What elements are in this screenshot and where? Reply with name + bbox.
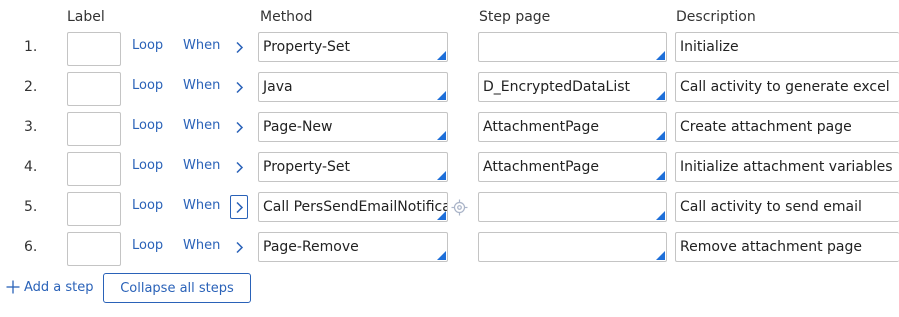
collapse-all-steps-button[interactable]: Collapse all steps (103, 273, 251, 303)
loop-link[interactable]: Loop (132, 78, 163, 93)
autocomplete-corner-icon (437, 171, 446, 180)
chevron-right-icon[interactable] (230, 195, 248, 219)
autocomplete-corner-icon (437, 131, 446, 140)
method-field[interactable]: Page-New (258, 112, 448, 142)
step-label-input[interactable] (67, 232, 121, 266)
step-label-input[interactable] (67, 32, 121, 66)
autocomplete-corner-icon (656, 211, 665, 220)
autocomplete-corner-icon (656, 251, 665, 260)
add-step-link[interactable]: Add a step (6, 280, 94, 298)
step-number: 5. (24, 199, 38, 215)
method-value: Page-Remove (263, 239, 359, 255)
description-value: Initialize (680, 39, 739, 55)
method-field[interactable]: Call PersSendEmailNotificati (258, 192, 448, 222)
step-label-input[interactable] (67, 112, 121, 146)
step-number: 3. (24, 119, 38, 135)
chevron-right-icon[interactable] (230, 155, 248, 179)
header-label: Label (67, 9, 105, 25)
step-row-3: 3. Loop When Page-New AttachmentPage Cre… (0, 112, 899, 146)
step-label-input[interactable] (67, 192, 121, 226)
step-label-input[interactable] (67, 72, 121, 106)
step-number: 2. (24, 79, 38, 95)
when-link[interactable]: When (183, 158, 220, 173)
when-link[interactable]: When (183, 38, 220, 53)
step-row-4: 4. Loop When Property-Set AttachmentPage… (0, 152, 899, 186)
step-page-field[interactable]: AttachmentPage (478, 152, 667, 182)
step-number: 4. (24, 159, 38, 175)
chevron-right-icon[interactable] (230, 75, 248, 99)
step-page-field[interactable] (478, 232, 667, 262)
method-field[interactable]: Property-Set (258, 152, 448, 182)
chevron-right-icon[interactable] (230, 235, 248, 259)
method-field[interactable]: Java (258, 72, 448, 102)
step-page-value: AttachmentPage (483, 159, 599, 175)
description-field[interactable]: Initialize (675, 32, 899, 62)
description-value: Initialize attachment variables (680, 159, 893, 175)
autocomplete-corner-icon (437, 211, 446, 220)
when-link[interactable]: When (183, 238, 220, 253)
step-page-field[interactable]: AttachmentPage (478, 112, 667, 142)
description-value: Remove attachment page (680, 239, 862, 255)
autocomplete-corner-icon (656, 91, 665, 100)
step-page-field[interactable] (478, 192, 667, 222)
plus-icon (6, 280, 20, 298)
description-value: Call activity to send email (680, 199, 862, 215)
method-field[interactable]: Property-Set (258, 32, 448, 62)
chevron-right-icon[interactable] (230, 35, 248, 59)
autocomplete-corner-icon (656, 171, 665, 180)
when-link[interactable]: When (183, 198, 220, 213)
loop-link[interactable]: Loop (132, 238, 163, 253)
step-row-1: 1. Loop When Property-Set Initialize (0, 32, 899, 66)
description-value: Create attachment page (680, 119, 852, 135)
method-value: Property-Set (263, 39, 351, 55)
description-value: Call activity to generate excel (680, 79, 890, 95)
method-value: Page-New (263, 119, 333, 135)
crosshair-target-icon[interactable] (451, 199, 468, 220)
method-value: Property-Set (263, 159, 351, 175)
header-step-page: Step page (479, 9, 551, 25)
step-row-6: 6. Loop When Page-Remove Remove attachme… (0, 232, 899, 266)
loop-link[interactable]: Loop (132, 118, 163, 133)
description-field[interactable]: Remove attachment page (675, 232, 899, 262)
description-field[interactable]: Initialize attachment variables (675, 152, 899, 182)
loop-link[interactable]: Loop (132, 198, 163, 213)
step-label-input[interactable] (67, 152, 121, 186)
autocomplete-corner-icon (656, 51, 665, 60)
when-link[interactable]: When (183, 118, 220, 133)
add-step-label: Add a step (24, 280, 94, 295)
method-field[interactable]: Page-Remove (258, 232, 448, 262)
method-value: Java (263, 79, 293, 95)
header-description: Description (676, 9, 756, 25)
header-method: Method (260, 9, 313, 25)
chevron-right-icon[interactable] (230, 115, 248, 139)
description-field[interactable]: Call activity to generate excel (675, 72, 899, 102)
autocomplete-corner-icon (437, 251, 446, 260)
step-row-5: 5. Loop When Call PersSendEmailNotificat… (0, 192, 899, 226)
method-value: Call PersSendEmailNotificati (263, 199, 448, 215)
step-page-field[interactable] (478, 32, 667, 62)
loop-link[interactable]: Loop (132, 38, 163, 53)
step-page-value: D_EncryptedDataList (483, 79, 631, 95)
autocomplete-corner-icon (656, 131, 665, 140)
autocomplete-corner-icon (437, 51, 446, 60)
step-page-value: AttachmentPage (483, 119, 599, 135)
step-page-field[interactable]: D_EncryptedDataList (478, 72, 667, 102)
when-link[interactable]: When (183, 78, 220, 93)
step-row-2: 2. Loop When Java D_EncryptedDataList Ca… (0, 72, 899, 106)
step-number: 1. (24, 39, 38, 55)
step-number: 6. (24, 239, 38, 255)
description-field[interactable]: Call activity to send email (675, 192, 899, 222)
autocomplete-corner-icon (437, 91, 446, 100)
description-field[interactable]: Create attachment page (675, 112, 899, 142)
loop-link[interactable]: Loop (132, 158, 163, 173)
